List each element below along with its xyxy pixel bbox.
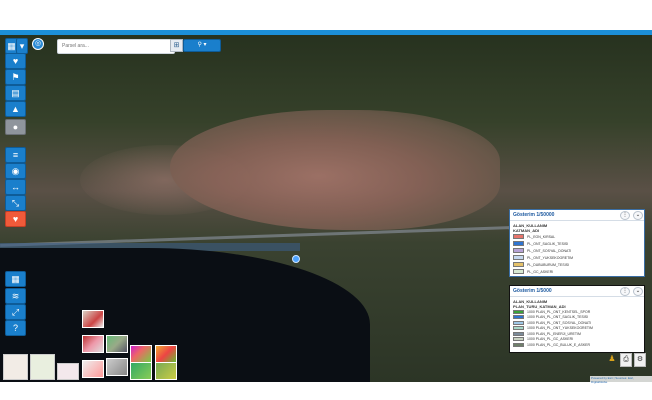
basemap-thumbnail-parcels[interactable] [82, 360, 104, 378]
basemap-thumbnail-green[interactable] [130, 362, 152, 380]
favorite-heart-icon[interactable]: ♥ [5, 211, 26, 227]
basemap-thumbnail-zoning[interactable] [82, 335, 104, 353]
basemap-thumbnail-gray[interactable] [106, 358, 128, 376]
legend-panel-1: Gösterim 1/50000 ⋮ ⌄ ALAN_KULLANIM KATMA… [509, 209, 645, 277]
sea-area [0, 248, 370, 382]
basemap-thumbnail-light[interactable] [57, 363, 79, 380]
search-input[interactable] [57, 39, 175, 54]
legend-collapse-button[interactable]: ⌄ [633, 287, 643, 296]
map-attribution: Powered by Esri | Sources: Esri, Digital… [590, 376, 652, 384]
basemap-thumbnail-topo[interactable] [30, 354, 55, 380]
help-icon[interactable]: ? [5, 320, 26, 336]
legend-item: PL_EON_KIRSAL [510, 233, 644, 240]
location-marker-icon[interactable] [292, 255, 300, 263]
building-icon[interactable]: ▤ [5, 85, 26, 101]
measure-icon[interactable]: ↔ [5, 179, 26, 195]
basemap-thumbnail-terrain[interactable] [106, 335, 128, 353]
legend-item: PL_DUBUBURUM_TESISI [510, 261, 644, 268]
wifi-icon[interactable]: ≋ [5, 288, 26, 304]
camera-icon[interactable]: ● [5, 119, 26, 135]
legend-header: Gösterim 1/5000 ⋮ ⌄ [510, 286, 644, 297]
legend-scale-label: Gösterim 1/50000 [513, 212, 555, 218]
satellite-icon[interactable]: ◉ [5, 163, 26, 179]
heart-health-icon[interactable]: ♥ [5, 53, 26, 69]
legend-title: ALAN_KULLANIM [513, 223, 548, 228]
search-icon: ⚲ ▾ [197, 42, 207, 48]
layer-dropdown-button[interactable]: ▾ [16, 38, 28, 54]
legend-header: Gösterim 1/50000 ⋮ ⌄ [510, 210, 644, 221]
filter-icon[interactable]: ⊞ [170, 39, 183, 52]
legend-item: PL_ONT_YUKSEKOGRETIM [510, 254, 644, 261]
basemap-thumbnail-heatmap[interactable] [130, 345, 152, 363]
legend-collapse-button[interactable]: ⌄ [633, 211, 643, 220]
basemap-thumbnail-planning[interactable] [82, 310, 104, 328]
graduation-cap-icon[interactable]: ▲ [5, 101, 26, 117]
urban-area [170, 110, 500, 230]
legend-title: ALAN_KULLANIM [513, 299, 548, 304]
fullscreen-icon[interactable]: ⤢ [5, 304, 26, 320]
settings-icon[interactable]: ⚙ [634, 353, 646, 367]
legend-panel-2: Gösterim 1/5000 ⋮ ⌄ ALAN_KULLANIM PLAN_T… [509, 285, 645, 353]
walking-person-icon[interactable]: ⚑ [5, 69, 26, 85]
legend-scale-label: Gösterim 1/5000 [513, 288, 552, 294]
legend-item: PL_ONT_SOSYAL_DONATI [510, 247, 644, 254]
legend-menu-button[interactable]: ⋮ [620, 287, 630, 296]
layers-stack-icon[interactable]: ≡ [5, 147, 26, 163]
search-button[interactable]: ⚲ ▾ [183, 39, 221, 52]
basemap-thumbnail-street[interactable] [3, 354, 28, 380]
compass-icon[interactable]: ◎ [32, 38, 44, 50]
grid-icon[interactable]: ▦ [5, 271, 26, 287]
basemap-thumbnail-vegetation[interactable] [155, 362, 177, 380]
legend-item: PL_GC_ASKERI [510, 268, 644, 275]
pegman-icon[interactable]: ♟ [607, 353, 617, 365]
legend-item: PL_ONT_SAGLIK_TESISI [510, 240, 644, 247]
legend-item: 1000 PLAN_PL_GC_BULUK_E_ASKER [510, 342, 644, 348]
resize-icon[interactable]: ⤡ [5, 195, 26, 211]
print-icon[interactable]: ⎙ [620, 353, 632, 367]
legend-menu-button[interactable]: ⋮ [620, 211, 630, 220]
page-footer [0, 382, 652, 400]
basemap-thumbnail-elevation[interactable] [155, 345, 177, 363]
